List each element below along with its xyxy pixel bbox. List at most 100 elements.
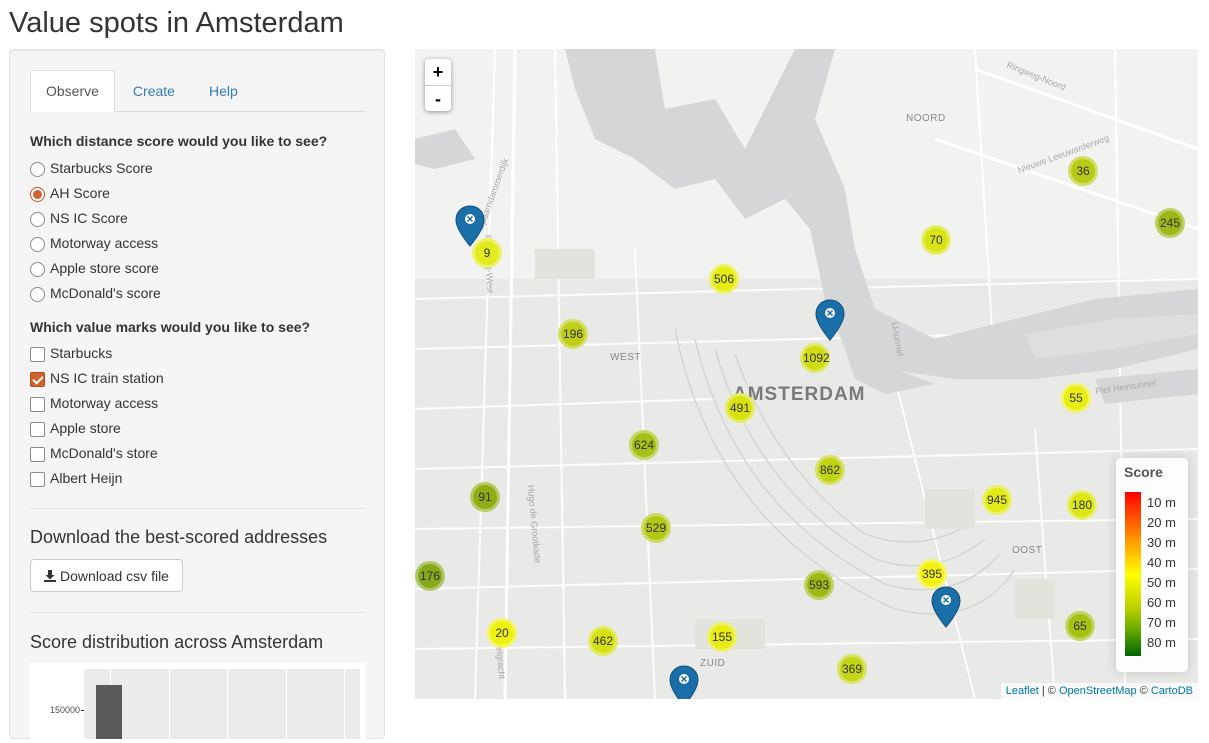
radio-label: McDonald's score bbox=[50, 285, 161, 301]
page-title: Value spots in Amsterdam bbox=[9, 7, 344, 39]
score-cluster[interactable]: 862 bbox=[815, 455, 845, 485]
radio-apple-store-score[interactable]: Apple store score bbox=[30, 258, 159, 278]
checkbox-mcdonalds-store[interactable]: McDonald's store bbox=[30, 443, 158, 463]
checkbox[interactable] bbox=[30, 472, 45, 487]
radio-button[interactable] bbox=[30, 162, 45, 177]
score-cluster[interactable]: 196 bbox=[558, 319, 588, 349]
radio-label: Motorway access bbox=[50, 235, 159, 251]
zoom-out-button[interactable]: - bbox=[425, 85, 451, 111]
zoom-control: + - bbox=[425, 59, 451, 111]
legend-item: 50 m bbox=[1141, 575, 1176, 590]
attribution-separator: | © bbox=[1038, 685, 1059, 697]
train-station-marker[interactable] bbox=[455, 205, 485, 247]
score-cluster[interactable]: 529 bbox=[641, 513, 671, 543]
histogram-bar bbox=[96, 685, 122, 739]
attribution-separator: © bbox=[1136, 685, 1151, 697]
grid-line bbox=[169, 669, 170, 739]
score-cluster[interactable]: 506 bbox=[709, 264, 739, 294]
score-cluster[interactable]: 20 bbox=[487, 618, 517, 648]
score-cluster[interactable]: 624 bbox=[629, 430, 659, 460]
map-attribution: Leaflet | © OpenStreetMap © CartoDB bbox=[1000, 683, 1198, 699]
cartodb-link[interactable]: CartoDB bbox=[1151, 685, 1193, 697]
grid-line bbox=[227, 669, 228, 739]
checkbox-starbucks[interactable]: Starbucks bbox=[30, 343, 112, 363]
radio-label: AH Score bbox=[50, 185, 110, 201]
score-cluster[interactable]: 91 bbox=[470, 482, 500, 512]
openstreetmap-link[interactable]: OpenStreetMap bbox=[1059, 685, 1137, 697]
checkbox-ns-ic-train-station[interactable]: NS IC train station bbox=[30, 368, 164, 388]
legend-item: 40 m bbox=[1141, 555, 1176, 570]
map-view[interactable]: + - NOORD WEST OOST ZUID AMSTERDAM Nieuw… bbox=[415, 49, 1198, 699]
checkbox-apple-store[interactable]: Apple store bbox=[30, 418, 121, 438]
score-cluster[interactable]: 395 bbox=[917, 559, 947, 589]
legend-item: 30 m bbox=[1141, 535, 1176, 550]
score-cluster[interactable]: 945 bbox=[982, 485, 1012, 515]
grid-line bbox=[286, 669, 287, 739]
score-cluster[interactable]: 462 bbox=[588, 626, 618, 656]
checkbox-albert-heijn[interactable]: Albert Heijn bbox=[30, 468, 122, 488]
radio-label: NS IC Score bbox=[50, 210, 128, 226]
district-label-oost: OOST bbox=[1012, 545, 1043, 556]
legend-item: 60 m bbox=[1141, 595, 1176, 610]
checkbox-label: Starbucks bbox=[50, 345, 113, 361]
checkbox[interactable] bbox=[30, 372, 45, 387]
download-button-label: Download csv file bbox=[60, 567, 169, 584]
distance-score-question: Which distance score would you like to s… bbox=[30, 133, 328, 149]
tab-observe[interactable]: Observe bbox=[30, 70, 115, 112]
score-cluster[interactable]: 491 bbox=[725, 393, 755, 423]
score-cluster[interactable]: 65 bbox=[1065, 611, 1095, 641]
download-icon bbox=[44, 569, 57, 582]
checkbox[interactable] bbox=[30, 447, 45, 462]
checkbox[interactable] bbox=[30, 347, 45, 362]
tab-bar: Observe Create Help bbox=[30, 70, 366, 112]
radio-motorway-access[interactable]: Motorway access bbox=[30, 233, 158, 253]
checkbox[interactable] bbox=[30, 397, 45, 412]
score-cluster[interactable]: 369 bbox=[837, 654, 867, 684]
district-label-west: WEST bbox=[610, 352, 641, 363]
score-cluster[interactable]: 176 bbox=[415, 561, 445, 591]
train-station-marker[interactable] bbox=[931, 586, 961, 628]
tab-create[interactable]: Create bbox=[117, 70, 191, 112]
score-cluster[interactable]: 593 bbox=[804, 570, 834, 600]
value-marks-question: Which value marks would you like to see? bbox=[30, 319, 311, 335]
score-cluster[interactable]: 245 bbox=[1155, 208, 1185, 238]
radio-button[interactable] bbox=[30, 212, 45, 227]
district-label-noord: NOORD bbox=[906, 113, 946, 124]
checkbox-motorway-access[interactable]: Motorway access bbox=[30, 393, 158, 413]
train-station-marker[interactable] bbox=[815, 299, 845, 341]
radio-mcdonalds-score[interactable]: McDonald's score bbox=[30, 283, 161, 303]
checkbox-label: Motorway access bbox=[50, 395, 159, 411]
score-cluster[interactable]: 155 bbox=[707, 622, 737, 652]
score-cluster[interactable]: 70 bbox=[921, 225, 951, 255]
tab-help[interactable]: Help bbox=[193, 70, 254, 112]
legend-item: 10 m bbox=[1141, 495, 1176, 510]
zoom-in-button[interactable]: + bbox=[425, 59, 451, 85]
score-cluster[interactable]: 180 bbox=[1067, 490, 1097, 520]
radio-button[interactable] bbox=[30, 287, 45, 302]
leaflet-link[interactable]: Leaflet bbox=[1006, 685, 1039, 697]
checkbox-label: NS IC train station bbox=[50, 370, 164, 386]
score-cluster[interactable]: 36 bbox=[1068, 156, 1098, 186]
checkbox-label: Albert Heijn bbox=[50, 470, 123, 486]
divider bbox=[30, 508, 366, 509]
radio-button[interactable] bbox=[30, 187, 45, 202]
train-station-marker[interactable] bbox=[669, 665, 699, 699]
score-cluster[interactable]: 55 bbox=[1061, 383, 1091, 413]
legend-color-ramp bbox=[1125, 492, 1141, 656]
score-cluster[interactable]: 1092 bbox=[800, 343, 830, 373]
divider bbox=[30, 612, 366, 613]
radio-button[interactable] bbox=[30, 262, 45, 277]
radio-ns-ic-score[interactable]: NS IC Score bbox=[30, 208, 128, 228]
checkbox[interactable] bbox=[30, 422, 45, 437]
distribution-heading: Score distribution across Amsterdam bbox=[30, 632, 324, 652]
checkbox-label: McDonald's store bbox=[50, 445, 158, 461]
legend-item: 20 m bbox=[1141, 515, 1176, 530]
radio-button[interactable] bbox=[30, 237, 45, 252]
checkbox-label: Apple store bbox=[50, 420, 121, 436]
radio-starbucks-score[interactable]: Starbucks Score bbox=[30, 158, 153, 178]
sidebar-panel: Observe Create Help Which distance score… bbox=[9, 49, 385, 743]
radio-ah-score[interactable]: AH Score bbox=[30, 183, 110, 203]
radio-label: Apple store score bbox=[50, 260, 159, 276]
histogram-y-tick-label: 150000 bbox=[49, 705, 80, 715]
download-csv-button[interactable]: Download csv file bbox=[30, 559, 183, 592]
